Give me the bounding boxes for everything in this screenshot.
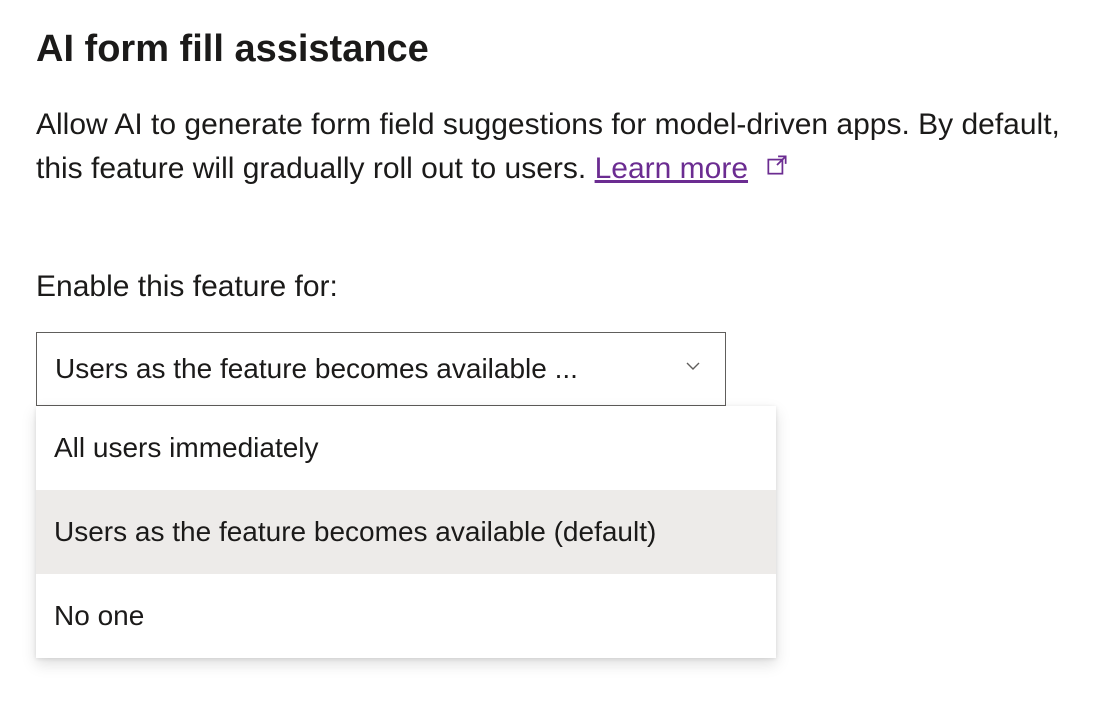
section-title: AI form fill assistance xyxy=(36,28,1081,71)
enable-feature-dropdown: Users as the feature becomes available .… xyxy=(36,332,776,658)
dropdown-option-no-one[interactable]: No one xyxy=(36,574,776,658)
dropdown-listbox: All users immediately Users as the featu… xyxy=(36,406,776,658)
dropdown-toggle[interactable]: Users as the feature becomes available .… xyxy=(36,332,726,406)
learn-more-link[interactable]: Learn more xyxy=(595,152,748,185)
external-link-icon xyxy=(764,147,790,191)
chevron-down-icon xyxy=(681,353,705,385)
description-text: Allow AI to generate form field suggesti… xyxy=(36,108,1060,185)
dropdown-option-default[interactable]: Users as the feature becomes available (… xyxy=(36,490,776,574)
enable-feature-label: Enable this feature for: xyxy=(36,270,1081,304)
section-description: Allow AI to generate form field suggesti… xyxy=(36,103,1081,190)
dropdown-selected-text: Users as the feature becomes available .… xyxy=(55,353,588,385)
dropdown-option-all-users[interactable]: All users immediately xyxy=(36,406,776,490)
